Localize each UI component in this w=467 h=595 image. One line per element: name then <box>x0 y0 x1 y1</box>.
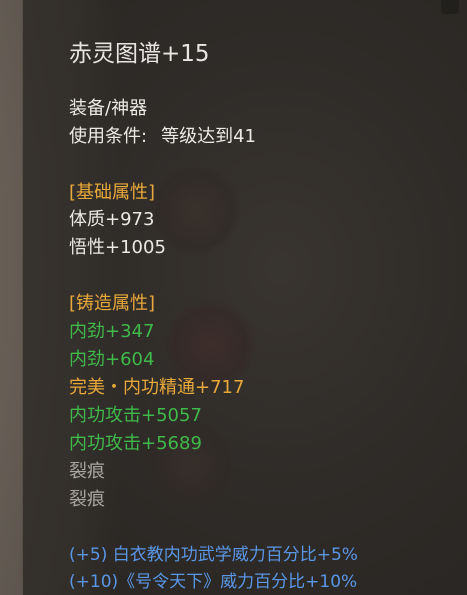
crack-slot: 裂痕 <box>69 461 105 482</box>
forge-stat: 内功攻击+5057 <box>69 405 202 426</box>
forge-stat: 内劲+604 <box>69 349 155 370</box>
set-bonus: (+10)《号令天下》威力百分比+10% <box>69 572 358 592</box>
set-bonus: (+5) 白衣教内功武学威力百分比+5% <box>69 545 358 565</box>
crack-slot: 裂痕 <box>69 489 105 510</box>
forge-attributes-header: [铸造属性] <box>69 293 156 314</box>
item-requirement: 使用条件: 等级达到41 <box>69 126 256 148</box>
game-screen: 赤灵图谱+15 装备/神器 使用条件: 等级达到41 [基础属性] 体质+973 … <box>0 0 467 595</box>
base-attributes-header: [基础属性] <box>69 182 156 203</box>
item-category: 装备/神器 <box>69 98 148 119</box>
forge-stat: 内劲+347 <box>69 321 155 342</box>
forge-stat: 内功攻击+5689 <box>69 433 202 454</box>
forge-stat-perfect: 完美・内功精通+717 <box>69 377 245 398</box>
requirement-value: 等级达到41 <box>161 126 256 147</box>
requirement-label: 使用条件: <box>69 126 148 147</box>
base-stat: 悟性+1005 <box>69 237 166 258</box>
item-tooltip: 赤灵图谱+15 装备/神器 使用条件: 等级达到41 [基础属性] 体质+973 … <box>22 0 467 595</box>
base-stat: 体质+973 <box>69 209 155 230</box>
item-name: 赤灵图谱+15 <box>69 41 210 67</box>
